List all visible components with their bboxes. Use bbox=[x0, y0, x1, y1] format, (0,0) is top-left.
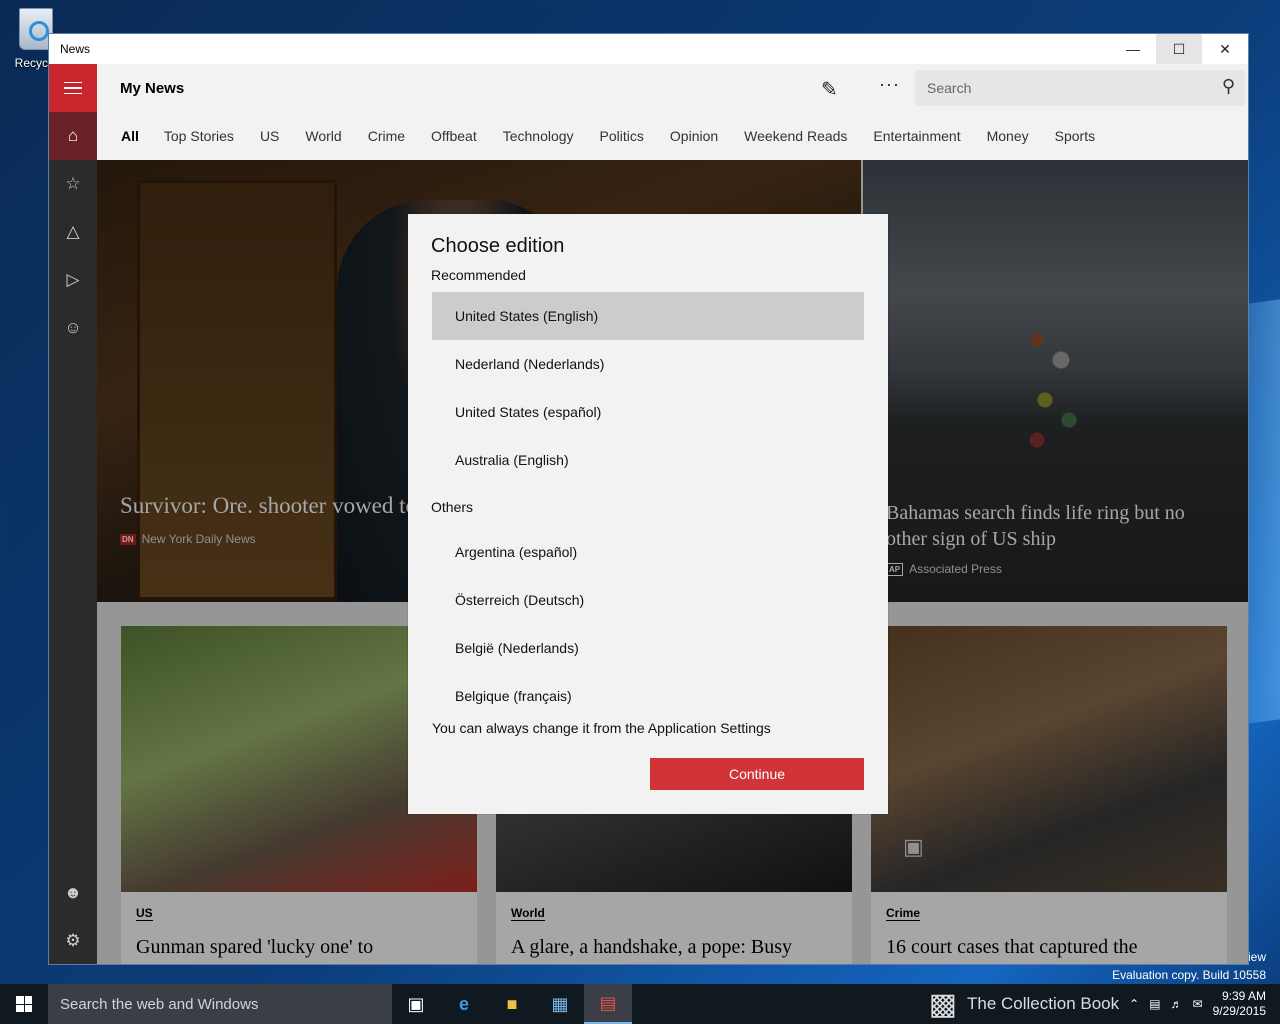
more-options-icon[interactable]: ··· bbox=[879, 74, 900, 95]
tab-world[interactable]: World bbox=[305, 128, 341, 144]
taskbar-search-placeholder: Search the web and Windows bbox=[60, 995, 259, 1013]
choose-edition-dialog: Choose edition Recommended United States… bbox=[408, 214, 888, 814]
recommended-heading: Recommended bbox=[431, 267, 526, 283]
continue-button[interactable]: Continue bbox=[650, 758, 864, 790]
maximize-button[interactable]: ☐ bbox=[1156, 34, 1202, 64]
tab-weekend-reads[interactable]: Weekend Reads bbox=[744, 128, 847, 144]
feedback-smiley-icon[interactable]: ☺ bbox=[49, 304, 97, 352]
news-app-taskbar-icon[interactable]: ▤ bbox=[584, 984, 632, 1024]
sidebar: ⌂ ☆ △ ▷ ☺ ☻ ⚙ bbox=[49, 64, 97, 964]
volume-icon[interactable]: ♬ bbox=[1171, 997, 1183, 1011]
interests-icon[interactable]: ☆ bbox=[49, 160, 97, 208]
start-button[interactable] bbox=[0, 984, 48, 1024]
evaluation-text: Evaluation copy. Build 10558 bbox=[1112, 968, 1266, 982]
edition-option[interactable]: Australia (English) bbox=[432, 436, 864, 484]
settings-gear-icon[interactable]: ⚙ bbox=[49, 917, 97, 964]
show-hidden-icons-chevron-icon[interactable]: ⌃ bbox=[1129, 997, 1139, 1011]
tab-sports[interactable]: Sports bbox=[1055, 128, 1095, 144]
edition-option[interactable]: Nederland (Nederlands) bbox=[432, 340, 864, 388]
store-icon[interactable]: ▦ bbox=[536, 984, 584, 1024]
clock-time: 9:39 AM bbox=[1221, 989, 1266, 1003]
category-tabs: All Top Stories US World Crime Offbeat T… bbox=[97, 112, 1248, 160]
windows-logo-icon bbox=[16, 996, 32, 1012]
edition-option[interactable]: Österreich (Deutsch) bbox=[432, 576, 864, 624]
tab-all[interactable]: All bbox=[121, 128, 139, 144]
watermark-book-icon: ▩ bbox=[928, 987, 957, 1021]
tab-crime[interactable]: Crime bbox=[368, 128, 405, 144]
tab-money[interactable]: Money bbox=[987, 128, 1029, 144]
clock[interactable]: 9:39 AM 9/29/2015 bbox=[1213, 989, 1266, 1019]
tab-offbeat[interactable]: Offbeat bbox=[431, 128, 477, 144]
edge-browser-icon[interactable]: e bbox=[440, 984, 488, 1024]
video-icon[interactable]: ▷ bbox=[49, 256, 97, 304]
search-placeholder: Search bbox=[927, 80, 972, 96]
tab-politics[interactable]: Politics bbox=[600, 128, 644, 144]
clock-date: 9/29/2015 bbox=[1212, 1004, 1266, 1018]
home-icon[interactable]: ⌂ bbox=[49, 112, 97, 160]
edition-option[interactable]: België (Nederlands) bbox=[432, 624, 864, 672]
task-view-icon[interactable]: ▣ bbox=[392, 984, 440, 1024]
search-icon[interactable]: ⚲ bbox=[1222, 76, 1235, 97]
others-heading: Others bbox=[431, 499, 474, 515]
window-title: News bbox=[60, 42, 91, 56]
minimize-button[interactable]: — bbox=[1110, 34, 1156, 64]
network-icon[interactable]: ▤ bbox=[1149, 997, 1160, 1011]
close-button[interactable]: ✕ bbox=[1202, 34, 1248, 64]
edition-option[interactable]: United States (English) bbox=[432, 292, 864, 340]
watermark-text: The Collection Book bbox=[967, 994, 1120, 1013]
edition-option[interactable]: United States (español) bbox=[432, 388, 864, 436]
search-input[interactable]: Search ⚲ bbox=[915, 70, 1245, 106]
tab-top-stories[interactable]: Top Stories bbox=[164, 128, 234, 144]
dialog-title: Choose edition bbox=[431, 235, 565, 257]
action-center-icon[interactable]: ✉ bbox=[1193, 997, 1203, 1011]
file-explorer-icon[interactable]: ■ bbox=[488, 984, 536, 1024]
app-header: My News ✎ ··· Search ⚲ bbox=[97, 64, 1248, 112]
hamburger-menu-button[interactable] bbox=[49, 64, 97, 112]
account-icon[interactable]: ☻ bbox=[49, 869, 97, 917]
edit-pencil-icon[interactable]: ✎ bbox=[821, 77, 838, 102]
system-tray: ▩ The Collection Book ⌃ ▤ ♬ ✉ 9:39 AM 9/… bbox=[929, 984, 1266, 1024]
title-bar[interactable]: News — ☐ ✕ bbox=[49, 34, 1248, 64]
tab-technology[interactable]: Technology bbox=[503, 128, 574, 144]
tab-opinion[interactable]: Opinion bbox=[670, 128, 718, 144]
taskbar-search-input[interactable]: Search the web and Windows bbox=[48, 984, 392, 1024]
page-title: My News bbox=[120, 79, 185, 97]
taskbar: Search the web and Windows ▣ e ■ ▦ ▤ ▩ T… bbox=[0, 984, 1280, 1024]
local-icon[interactable]: △ bbox=[49, 208, 97, 256]
edition-option[interactable]: Argentina (español) bbox=[432, 528, 864, 576]
settings-note: You can always change it from the Applic… bbox=[432, 720, 771, 736]
tab-entertainment[interactable]: Entertainment bbox=[873, 128, 960, 144]
edition-option[interactable]: Belgique (français) bbox=[432, 672, 864, 720]
tab-us[interactable]: US bbox=[260, 128, 279, 144]
